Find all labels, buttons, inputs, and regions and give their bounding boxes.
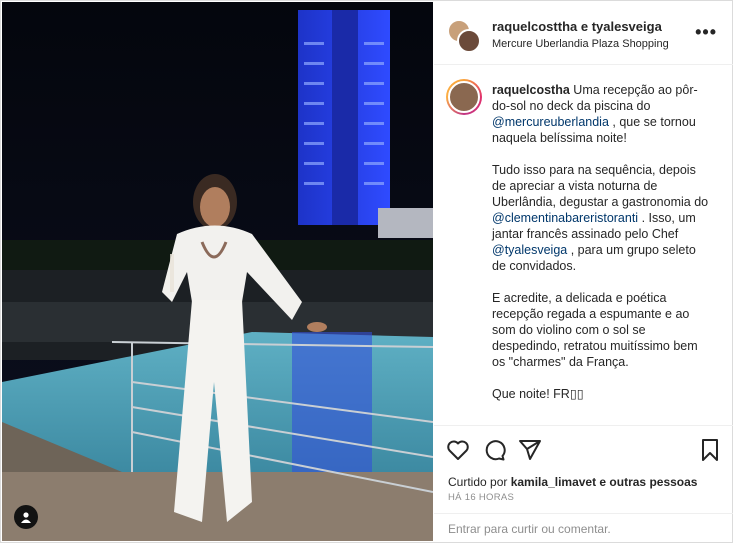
post-side-panel: raquelcosttha e tyalesveiga Mercure Uber…	[434, 2, 733, 541]
post-dialog: raquelcosttha e tyalesveiga Mercure Uber…	[0, 0, 733, 543]
likes-others[interactable]: e outras pessoas	[596, 475, 697, 489]
header-username[interactable]: raquelcosttha e tyalesveiga	[492, 19, 662, 34]
caption-paragraph: Que noite! FR▯▯	[492, 387, 584, 401]
avatar	[457, 29, 481, 53]
post-photo[interactable]	[2, 2, 433, 541]
mention-link[interactable]: @mercureuberlandia	[492, 115, 609, 129]
share-icon[interactable]	[518, 438, 542, 462]
caption-area: raquelcostha Uma recepção ao pôr-do-sol …	[434, 65, 733, 425]
mention-link[interactable]: @clementinabareristoranti	[492, 211, 638, 225]
caption-text: raquelcostha Uma recepção ao pôr-do-sol …	[492, 82, 712, 418]
post-header: raquelcosttha e tyalesveiga Mercure Uber…	[434, 2, 733, 65]
mention-link[interactable]: @tyalesveiga	[492, 243, 567, 257]
heart-icon[interactable]	[446, 438, 470, 462]
caption-paragraph: E acredite, a delicada e poética recepçã…	[492, 291, 698, 369]
header-location[interactable]: Mercure Uberlandia Plaza Shopping	[492, 38, 669, 50]
post-timestamp[interactable]: HÁ 16 HORAS	[448, 492, 514, 503]
collab-avatars[interactable]	[447, 19, 481, 53]
likes-summary: Curtido por kamila_limavet e outras pess…	[448, 475, 697, 489]
bookmark-icon[interactable]	[698, 438, 722, 462]
action-bar: Curtido por kamila_limavet e outras pess…	[434, 425, 733, 516]
comment-icon[interactable]	[482, 438, 506, 462]
liked-by-user[interactable]: kamila_limavet	[511, 475, 596, 489]
comment-login-prompt[interactable]: Entrar para curtir ou comentar.	[448, 522, 611, 536]
caption-avatar[interactable]	[446, 79, 482, 115]
user-tag-icon[interactable]	[14, 505, 38, 529]
likes-prefix: Curtido por	[448, 475, 511, 489]
photo-scene	[2, 2, 433, 541]
more-options-icon[interactable]: •••	[695, 23, 717, 41]
caption-line: Tudo isso para na sequência, depois de a…	[492, 163, 709, 209]
caption-author[interactable]: raquelcostha	[492, 83, 570, 97]
comment-bar[interactable]: Entrar para curtir ou comentar.	[434, 513, 733, 542]
